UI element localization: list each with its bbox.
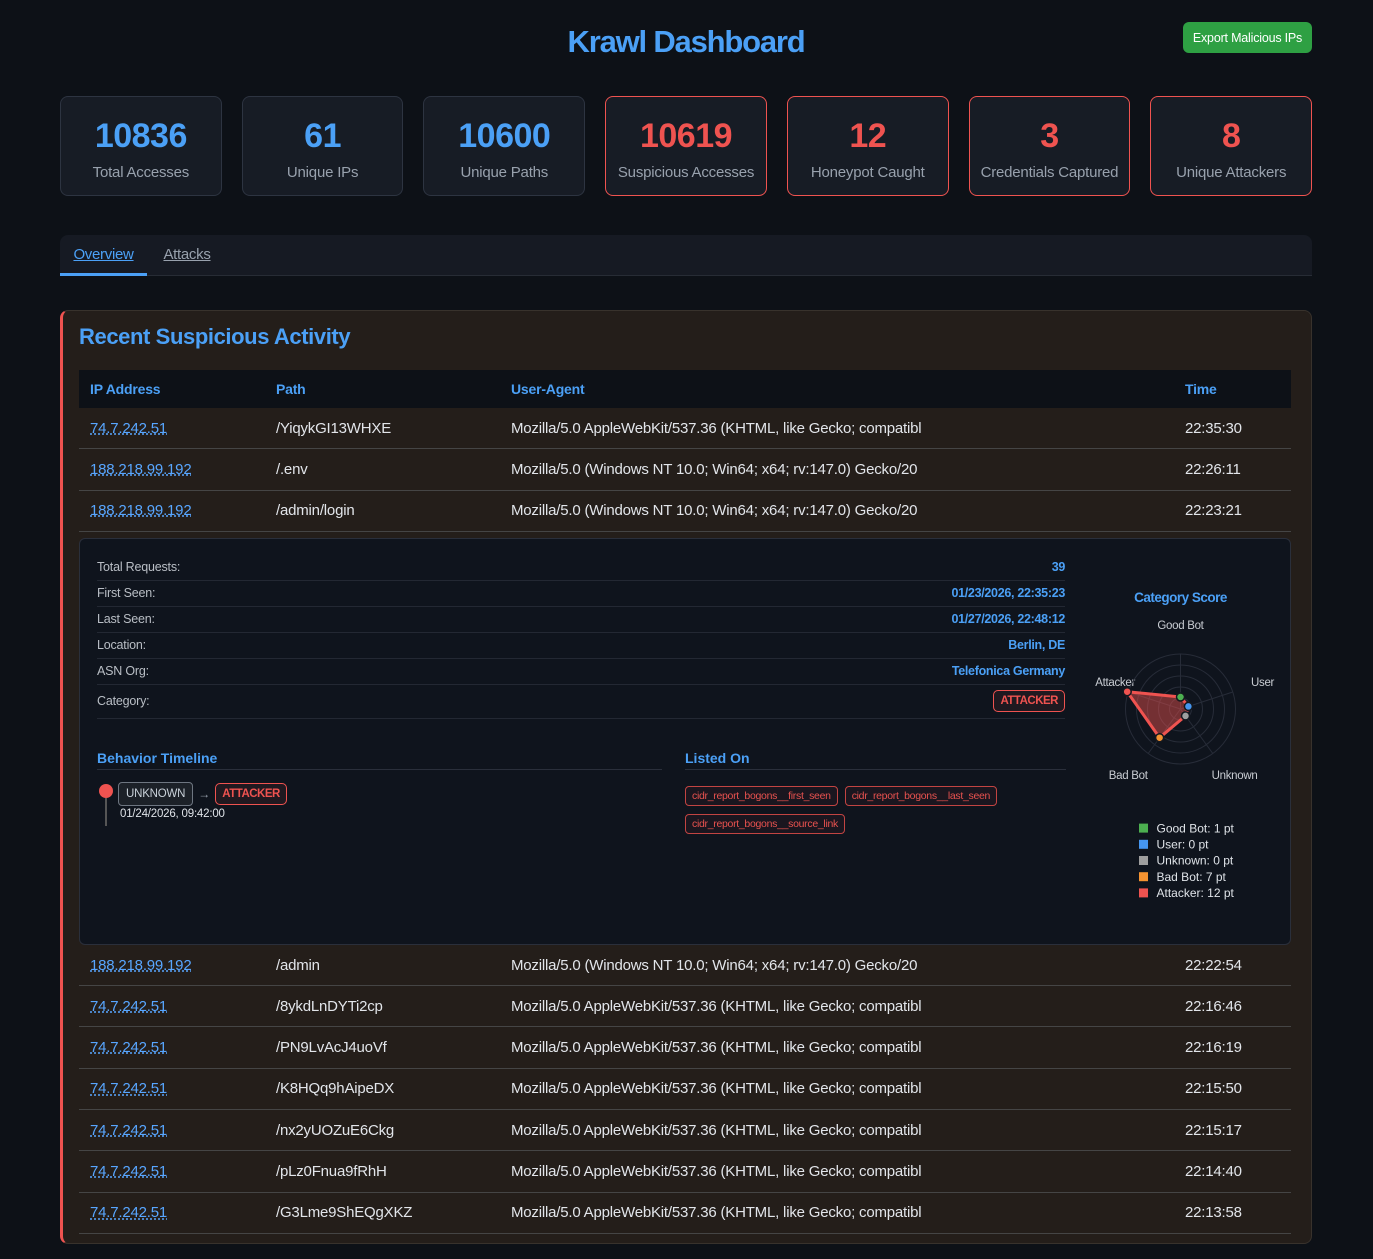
- svg-text:Good Bot: 1 pt: Good Bot: 1 pt: [1157, 821, 1235, 835]
- svg-text:Bad Bot: 7 pt: Bad Bot: 7 pt: [1157, 870, 1227, 884]
- svg-text:Bad Bot: Bad Bot: [1109, 770, 1149, 782]
- svg-text:User: 0 pt: User: 0 pt: [1157, 837, 1210, 851]
- svg-text:Attacker: 12 pt: Attacker: 12 pt: [1157, 886, 1235, 900]
- svg-text:Unknown: 0 pt: Unknown: 0 pt: [1157, 854, 1234, 868]
- svg-text:Attacker: Attacker: [1095, 677, 1135, 689]
- svg-text:Good Bot: Good Bot: [1157, 620, 1204, 632]
- svg-text:User: User: [1251, 677, 1275, 689]
- svg-text:Category Score: Category Score: [1134, 590, 1228, 605]
- svg-text:Unknown: Unknown: [1212, 770, 1258, 782]
